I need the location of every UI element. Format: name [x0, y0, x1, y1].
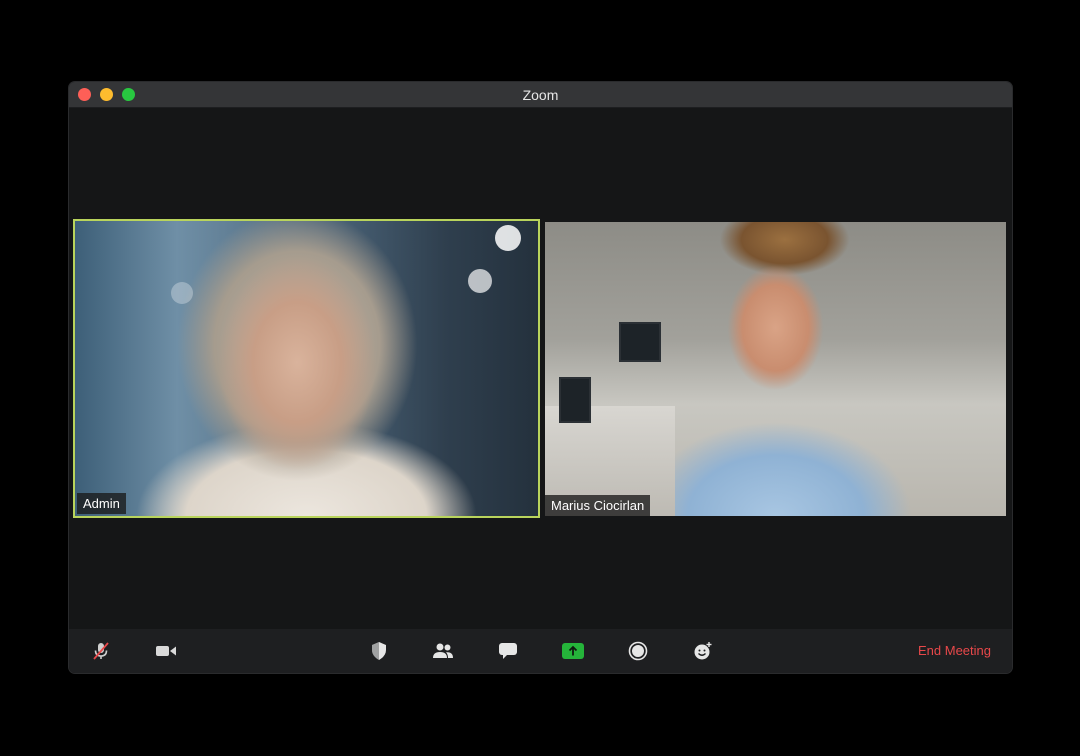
- video-camera-icon: [155, 643, 177, 659]
- end-meeting-button[interactable]: End Meeting: [918, 643, 991, 658]
- participant-name-label: Admin: [77, 493, 126, 514]
- participant-video-tile-marius[interactable]: Marius Ciocirlan: [545, 222, 1006, 516]
- participants-icon: [432, 642, 454, 660]
- reactions-button[interactable]: [692, 640, 714, 662]
- reactions-icon: [693, 641, 713, 661]
- background-light: [468, 269, 492, 293]
- participant-name-label: Marius Ciocirlan: [545, 495, 651, 516]
- background-light: [495, 225, 521, 251]
- record-icon: [628, 641, 648, 661]
- video-button[interactable]: [155, 640, 177, 662]
- background-monitor: [559, 377, 591, 423]
- microphone-muted-icon: [91, 641, 111, 661]
- participants-button[interactable]: [432, 640, 454, 662]
- security-shield-icon: [370, 641, 388, 661]
- zoom-window: Zoom Admin Marius Ciocirlan End Meeting: [69, 82, 1012, 673]
- video-gallery: Admin Marius Ciocirlan: [69, 108, 1012, 629]
- meeting-toolbar: End Meeting: [69, 629, 1012, 673]
- security-button[interactable]: [368, 640, 390, 662]
- share-screen-button[interactable]: [562, 640, 584, 662]
- chat-button[interactable]: [497, 640, 519, 662]
- mute-button[interactable]: [90, 640, 112, 662]
- share-screen-icon: [562, 643, 584, 659]
- window-title: Zoom: [522, 87, 559, 103]
- record-button[interactable]: [627, 640, 649, 662]
- background-light: [171, 282, 193, 304]
- chat-icon: [498, 642, 518, 660]
- title-bar: Zoom: [69, 82, 1012, 108]
- background-monitor: [619, 322, 661, 362]
- participant-video-tile-admin[interactable]: Admin: [73, 219, 540, 518]
